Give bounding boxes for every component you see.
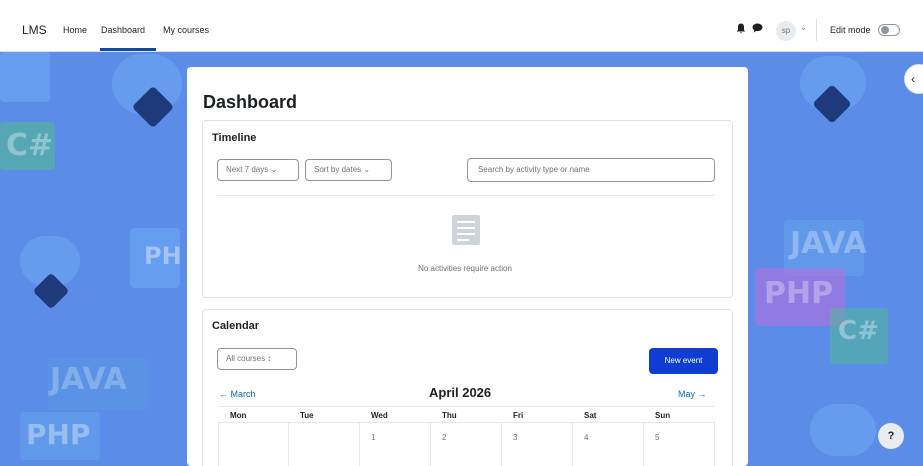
timeline-search-input[interactable]: Search by activity type or name <box>467 158 715 182</box>
calendar-day[interactable]: 1 <box>371 433 375 442</box>
chevron-left-icon: ‹ <box>911 72 915 86</box>
timeline-divider <box>217 195 715 196</box>
weekday-header-mon: Mon <box>230 411 247 420</box>
weekday-header-thu: Thu <box>442 411 457 420</box>
calendar-course-filter-value: All courses <box>226 354 266 363</box>
site-brand[interactable]: LMS <box>22 23 47 37</box>
calendar-grid-line <box>430 422 431 466</box>
chevron-down-icon[interactable]: ⌄ <box>800 23 807 32</box>
bg-label-php-bottom: PHP <box>26 418 91 451</box>
chat-icon[interactable] <box>752 23 763 36</box>
calendar-grid-line <box>572 422 573 466</box>
weekday-header-tue: Tue <box>300 411 314 420</box>
weekday-header-fri: Fri <box>513 411 524 420</box>
bg-label-java-right: JAVA <box>790 226 867 261</box>
empty-activities-icon <box>452 215 480 245</box>
help-button[interactable]: ? <box>878 423 904 449</box>
page-title: Dashboard <box>203 92 298 112</box>
nav-link-dashboard[interactable]: Dashboard <box>101 25 145 35</box>
bg-label-php-left: PH <box>144 242 182 270</box>
bg-label-cs: C# <box>6 128 54 163</box>
calendar-header-line <box>218 422 715 423</box>
timeline-empty-message: No activities require action <box>418 264 512 273</box>
navbar-divider <box>816 19 817 41</box>
arrow-left-icon: ← <box>219 389 228 399</box>
bell-icon[interactable] <box>736 23 746 37</box>
nav-link-my-courses[interactable]: My courses <box>163 25 209 35</box>
timeline-day-filter-value: Next 7 days <box>226 165 269 174</box>
updown-icon: ↕ <box>267 354 272 363</box>
calendar-day[interactable]: 3 <box>513 433 517 442</box>
edit-mode-label: Edit mode <box>830 25 871 35</box>
edit-mode-toggle[interactable] <box>878 24 900 36</box>
top-navbar: LMS Home Dashboard My courses sp ⌄ Edit … <box>0 0 923 52</box>
timeline-sort-value: Sort by dates <box>314 165 362 174</box>
bg-label-php-right: PHP <box>764 276 834 311</box>
calendar-day[interactable]: 4 <box>584 433 588 442</box>
timeline-title: Timeline <box>212 132 257 144</box>
nav-link-home[interactable]: Home <box>63 25 87 35</box>
calendar-grid-line <box>218 422 219 466</box>
user-avatar[interactable]: sp <box>776 21 796 41</box>
timeline-day-filter[interactable]: Next 7 days ⌄ <box>217 159 299 181</box>
timeline-sort-select[interactable]: Sort by dates ⌄ <box>305 159 392 181</box>
bg-label-java-left: JAVA <box>50 362 127 397</box>
chevron-down-icon: ⌄ <box>363 165 371 174</box>
calendar-grid-line <box>501 422 502 466</box>
calendar-day[interactable]: 2 <box>442 433 446 442</box>
calendar-grid-line <box>643 422 644 466</box>
bg-label-cs-right: C# <box>838 316 879 346</box>
chevron-down-icon: ⌄ <box>270 165 278 174</box>
active-nav-indicator <box>100 48 156 51</box>
calendar-grid-line <box>714 422 715 466</box>
weekday-header-sat: Sat <box>584 411 597 420</box>
calendar-course-filter[interactable]: All courses ↕ <box>217 348 297 370</box>
drawer-toggle-button[interactable]: ‹ <box>904 64 923 94</box>
prev-month-label: March <box>230 389 256 399</box>
next-month-link[interactable]: May → <box>678 389 707 399</box>
weekday-header-wed: Wed <box>371 411 388 420</box>
calendar-day[interactable]: 5 <box>655 433 659 442</box>
next-month-label: May <box>678 389 696 399</box>
calendar-title: Calendar <box>212 320 260 332</box>
prev-month-link[interactable]: ← March <box>219 389 256 399</box>
calendar-grid-line <box>288 422 289 466</box>
current-month-title: April 2026 <box>429 385 492 400</box>
new-event-button[interactable]: New event <box>649 348 718 374</box>
arrow-right-icon: → <box>697 389 707 399</box>
calendar-top-line <box>218 406 715 407</box>
weekday-header-sun: Sun <box>655 411 671 420</box>
calendar-grid-line <box>359 422 360 466</box>
